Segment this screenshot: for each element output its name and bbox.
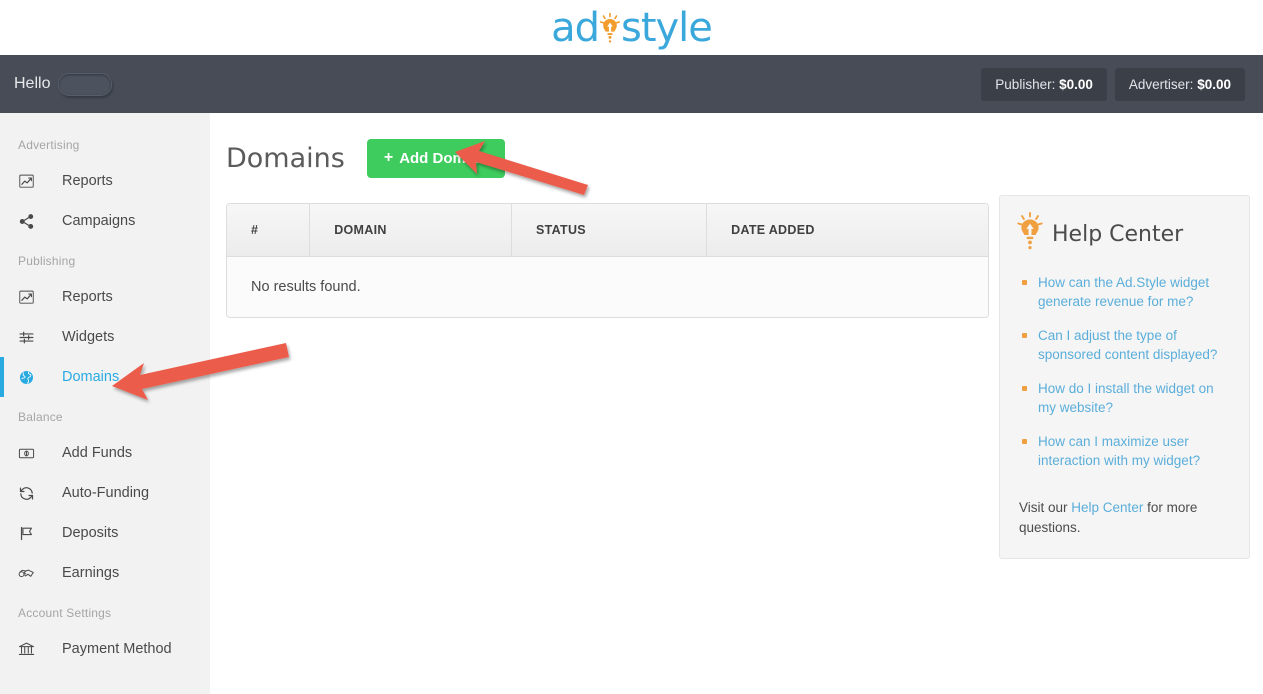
column-header[interactable]: STATUS: [511, 204, 708, 257]
publisher-balance-badge[interactable]: Publisher: $0.00: [981, 67, 1107, 101]
page-header: Domains + Add Domain: [226, 135, 989, 181]
top-navbar: Hello Publisher: $0.00 Advertiser: $0.00: [0, 55, 1263, 113]
sidebar-item-label: Widgets: [62, 329, 115, 345]
add-domain-button[interactable]: + Add Domain: [366, 138, 505, 178]
help-center-footer-link[interactable]: Help Center: [1071, 500, 1143, 515]
brand-bar: ad style: [0, 0, 1263, 55]
publisher-balance-value: $0.00: [1059, 76, 1093, 92]
sidebar-item-reports[interactable]: Reports: [0, 161, 210, 201]
chart-line-icon: [18, 173, 46, 190]
main-content: Domains + Add Domain # DOMAIN STATUS DATE A…: [210, 113, 1263, 694]
advertiser-balance-value: $0.00: [1197, 76, 1231, 92]
help-center-link[interactable]: How do I install the widget on my websit…: [1038, 381, 1214, 415]
sidebar-group-label: Publishing: [18, 254, 76, 268]
logo-text-left: ad: [551, 4, 600, 51]
sidebar-item-payment-method[interactable]: Payment Method: [0, 629, 210, 669]
help-center-footer: Visit our Help Center for more questions…: [1017, 498, 1232, 538]
sidebar-item-label: Reports: [62, 289, 113, 305]
sidebar-item-label: Deposits: [62, 525, 119, 541]
sidebar-item-label: Auto-Funding: [62, 485, 150, 501]
sidebar-item-label: Domains: [62, 369, 120, 385]
money-bill-icon: [18, 445, 46, 462]
column-header[interactable]: DOMAIN: [309, 204, 512, 257]
page-body: Advertising Reports Campaigns Publishing Rep…: [0, 113, 1263, 694]
help-center-list-item: Can I adjust the type of sponsored conte…: [1017, 326, 1232, 364]
help-center-link[interactable]: How can I maximize user interaction with…: [1038, 434, 1200, 468]
table-header-row: # DOMAIN STATUS DATE ADDED: [227, 204, 988, 257]
sidebar-item-label: Campaigns: [62, 213, 136, 229]
no-results-message: No results found.: [227, 256, 988, 317]
sidebar-item-add-funds[interactable]: Add Funds: [0, 433, 210, 473]
sidebar-item-earnings[interactable]: Earnings: [0, 553, 210, 593]
help-center-link[interactable]: Can I adjust the type of sponsored conte…: [1038, 328, 1217, 362]
sidebar-group-label: Advertising: [18, 138, 80, 152]
sidebar-item-label: Reports: [62, 173, 113, 189]
flag-icon: [18, 525, 46, 542]
sync-icon: [18, 485, 46, 502]
sidebar-item-widgets[interactable]: Widgets: [0, 317, 210, 357]
balance-badges: Publisher: $0.00 Advertiser: $0.00: [981, 67, 1245, 101]
sidebar-item-domains[interactable]: Domains: [0, 357, 210, 397]
domains-table-body: No results found.: [227, 256, 988, 317]
greeting-block: Hello: [14, 72, 113, 96]
help-center-links: How can the Ad.Style widget generate rev…: [1017, 273, 1232, 470]
help-center-list-item: How can I maximize user interaction with…: [1017, 432, 1232, 470]
sidebar-item-label: Earnings: [62, 565, 120, 581]
lightbulb-icon: [1017, 212, 1043, 257]
sidebar-group-label: Balance: [18, 410, 63, 424]
column-header[interactable]: DATE ADDED: [706, 204, 988, 257]
sidebar-group-label: Account Settings: [18, 606, 112, 620]
sidebar-item-deposits[interactable]: Deposits: [0, 513, 210, 553]
username-redacted: [58, 72, 113, 96]
advertiser-balance-badge[interactable]: Advertiser: $0.00: [1114, 67, 1245, 101]
help-footer-prefix: Visit our: [1019, 500, 1072, 515]
bank-icon: [18, 641, 46, 658]
handshake-icon: [18, 565, 46, 582]
help-center-list-item: How can the Ad.Style widget generate rev…: [1017, 273, 1232, 311]
sliders-icon: [18, 329, 46, 346]
main-left-column: Domains + Add Domain # DOMAIN STATUS DATE A…: [226, 135, 999, 694]
column-header[interactable]: #: [227, 204, 311, 257]
page-title: Domains: [226, 142, 345, 174]
adstyle-logo[interactable]: ad style: [551, 4, 713, 51]
domains-table-card: # DOMAIN STATUS DATE ADDED No results found…: [226, 203, 989, 318]
domains-table: # DOMAIN STATUS DATE ADDED No results found…: [227, 204, 988, 317]
greeting-text: Hello: [14, 75, 51, 92]
sidebar-item-reports[interactable]: Reports: [0, 277, 210, 317]
domains-table-head: # DOMAIN STATUS DATE ADDED: [227, 204, 988, 257]
help-center-header: Help Center: [1017, 212, 1232, 257]
logo-text-right: style: [620, 4, 713, 51]
help-center-link[interactable]: How can the Ad.Style widget generate rev…: [1038, 275, 1209, 309]
table-empty-row: No results found.: [227, 256, 988, 317]
help-center-title: Help Center: [1052, 222, 1184, 247]
globe-icon: [18, 369, 46, 386]
sidebar-item-label: Payment Method: [62, 641, 172, 657]
sidebar-item-label: Add Funds: [62, 445, 133, 461]
add-domain-button-label: Add Domain: [399, 149, 488, 167]
publisher-balance-label: Publisher:: [995, 76, 1056, 92]
advertiser-balance-label: Advertiser:: [1128, 76, 1194, 92]
help-center-list-item: How do I install the widget on my websit…: [1017, 379, 1232, 417]
share-alt-icon: [18, 213, 46, 230]
plus-icon: +: [383, 149, 394, 166]
sidebar: Advertising Reports Campaigns Publishing Rep…: [0, 113, 210, 694]
logo-lightbulb-icon: [599, 7, 620, 49]
sidebar-item-campaigns[interactable]: Campaigns: [0, 201, 210, 241]
help-center-panel: Help Center How can the Ad.Style widget …: [999, 195, 1250, 559]
chart-line-icon: [18, 289, 46, 306]
sidebar-item-auto-funding[interactable]: Auto-Funding: [0, 473, 210, 513]
